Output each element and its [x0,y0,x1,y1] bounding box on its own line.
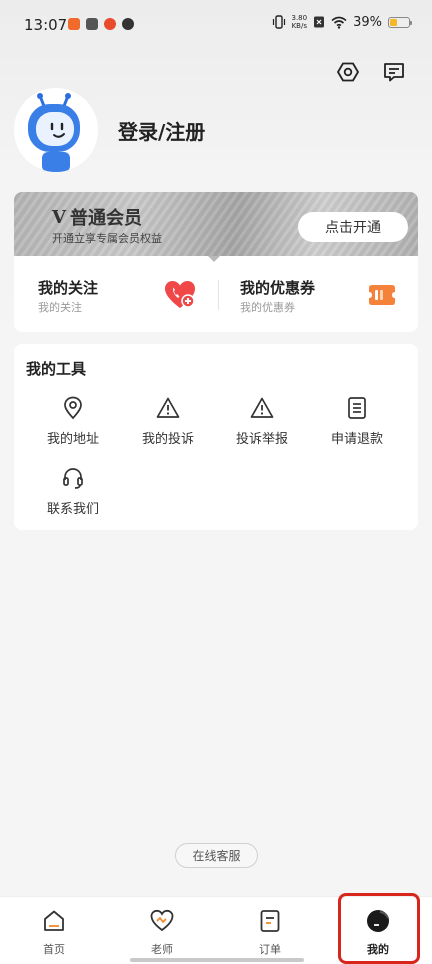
vip-title-text: 普通会员 [69,208,142,229]
net-speed-unit: KB/s [291,22,307,30]
tools-card: 我的工具 我的地址 我的投诉 投诉举报 申请退款 联系我们 [14,344,418,530]
heart-icon [150,909,174,932]
my-coupon-subtitle: 我的优惠券 [240,301,295,314]
avatar[interactable] [14,88,98,172]
robot-mascot-icon [14,88,98,172]
document-icon [348,397,366,419]
net-speed: 3.80 KB/s [292,14,308,30]
notification-weibo-icon [104,18,116,30]
vip-title: V 普通会员 [52,204,142,230]
highlight-box [338,893,420,964]
tool-label: 我的地址 [46,432,99,447]
my-follow-item[interactable]: 我的关注 我的关注 [14,256,216,332]
nav-label: 老师 [151,943,173,956]
notification-app-icon [68,18,80,30]
battery-icon [388,16,412,28]
shortcut-card: 我的关注 我的关注 我的优惠券 我的优惠券 [14,256,418,332]
tool-label: 联系我们 [46,502,99,517]
tool-refund[interactable]: 申请退款 [309,396,405,456]
vip-badge-icon: V [52,206,66,228]
warning-icon [156,397,180,418]
home-indicator[interactable] [130,958,304,962]
my-coupon-title: 我的优惠券 [240,279,316,297]
warning-icon [250,397,274,418]
home-icon [44,910,64,931]
heart-phone-icon [165,281,195,308]
nav-label: 首页 [43,943,65,956]
online-service-button[interactable]: 在线客服 [175,843,258,868]
my-coupon-item[interactable]: 我的优惠券 我的优惠券 [216,256,418,332]
battery-percent: 39% [353,14,382,30]
tool-label: 我的投诉 [141,432,194,447]
nav-label: 订单 [259,943,281,956]
headset-icon [63,468,83,489]
my-follow-title: 我的关注 [38,279,99,297]
tool-report[interactable]: 投诉举报 [214,396,310,456]
wifi-icon [331,16,347,29]
coupon-icon [369,285,395,305]
login-register-link[interactable]: 登录/注册 [118,116,205,145]
nav-teacher[interactable]: 老师 [108,897,216,964]
tool-my-address[interactable]: 我的地址 [25,396,121,456]
vip-open-button[interactable]: 点击开通 [298,212,408,242]
tool-contact-us[interactable]: 联系我们 [25,466,121,526]
net-speed-value: 3.80 [291,14,308,22]
settings-icon[interactable] [336,60,360,84]
message-icon[interactable] [382,60,406,84]
status-time: 13:07 [24,16,68,34]
status-bar: 13:07 3.80 KB/s 39% [0,0,432,52]
no-sim-icon [314,16,325,28]
notification-link-icon [122,18,134,30]
vip-pointer [208,256,220,262]
status-indicators: 3.80 KB/s 39% [272,14,412,30]
tool-label: 投诉举报 [235,432,288,447]
nav-orders[interactable]: 订单 [216,897,324,964]
location-icon [64,396,82,420]
tool-label: 申请退款 [330,432,383,447]
vip-banner[interactable]: V 普通会员 开通立享专属会员权益 点击开通 [14,192,418,256]
vip-subtitle: 开通立享专属会员权益 [52,232,162,245]
nav-home[interactable]: 首页 [0,897,108,964]
my-follow-subtitle: 我的关注 [38,301,82,314]
vibrate-icon [272,15,285,29]
notification-fan-icon [86,18,98,30]
order-icon [260,910,280,932]
tools-title: 我的工具 [26,360,87,378]
tool-my-complaints[interactable]: 我的投诉 [120,396,216,456]
